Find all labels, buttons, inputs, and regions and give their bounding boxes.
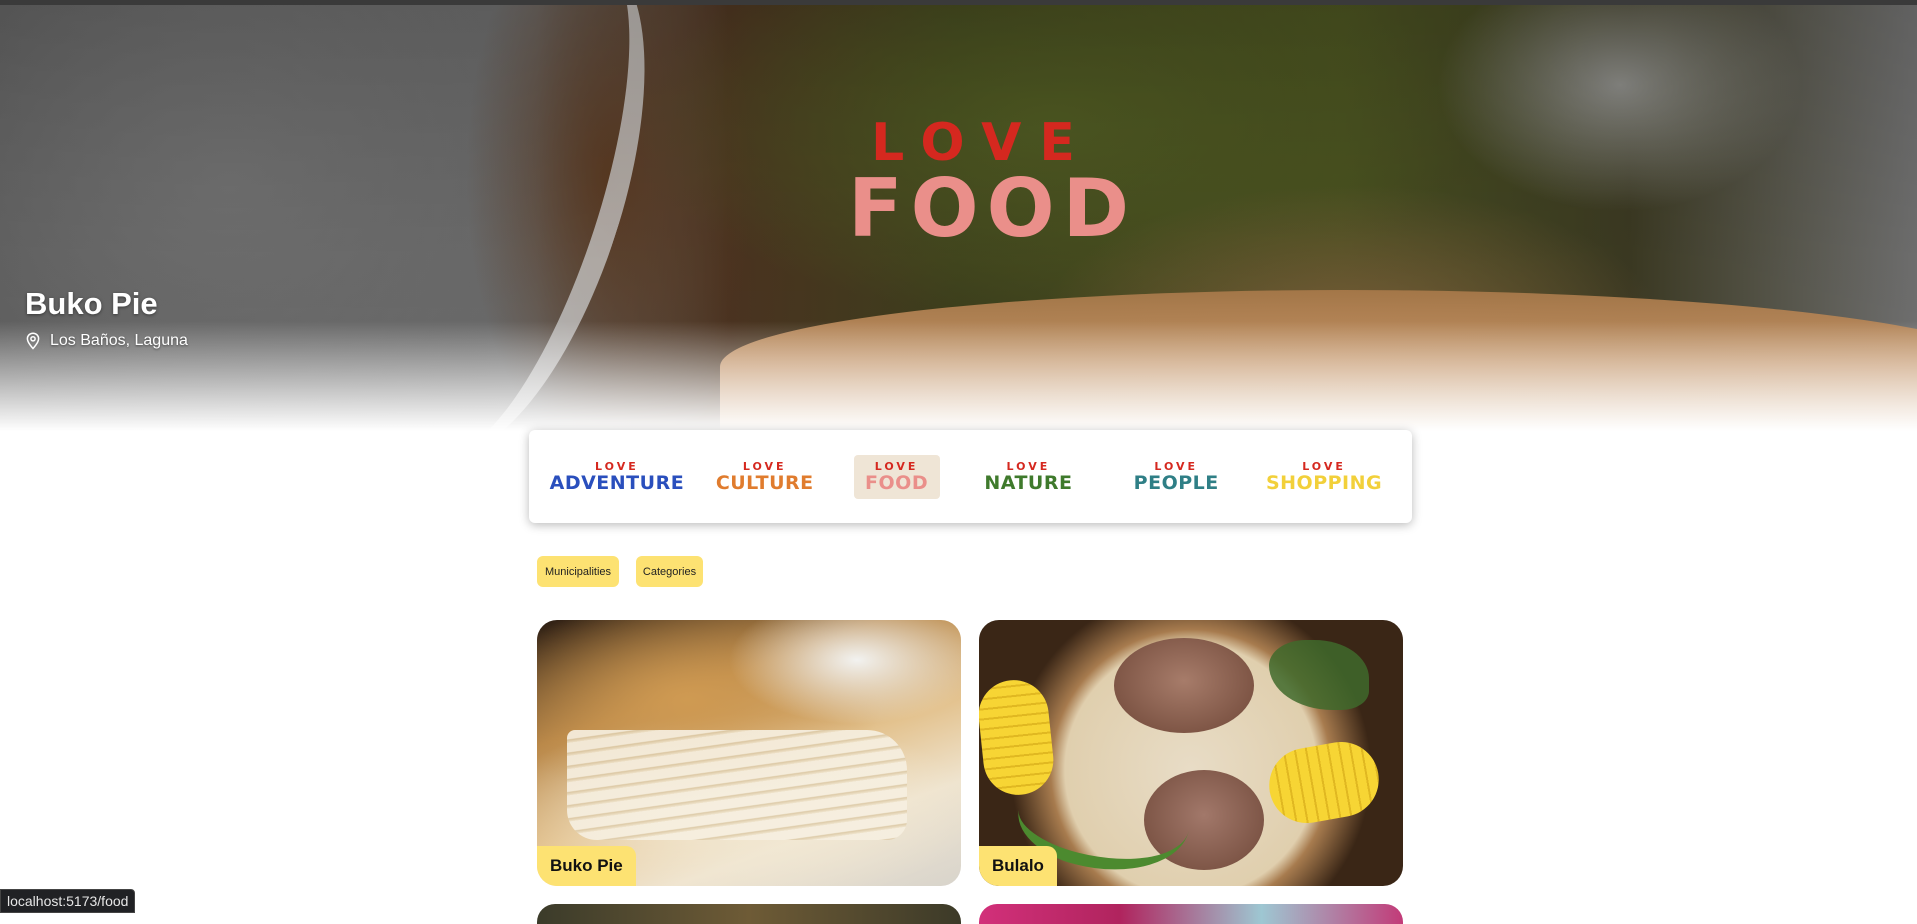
category-love-people[interactable]: LOVE PEOPLE xyxy=(1117,455,1235,499)
category-word: CULTURE xyxy=(715,471,814,494)
category-nav: LOVE ADVENTURE LOVE CULTURE LOVE FOOD LO… xyxy=(529,430,1412,523)
category-love-shopping[interactable]: LOVE SHOPPING xyxy=(1265,455,1383,499)
food-card-peek[interactable] xyxy=(537,904,961,924)
municipalities-filter-button[interactable]: Municipalities xyxy=(537,556,619,587)
food-card-peek[interactable] xyxy=(979,904,1403,924)
food-card-bulalo[interactable]: Bulalo xyxy=(979,620,1403,886)
category-love-culture[interactable]: LOVE CULTURE xyxy=(706,455,824,499)
category-love-food[interactable]: LOVE FOOD xyxy=(853,454,940,499)
category-love-nature[interactable]: LOVE NATURE xyxy=(969,455,1087,499)
card-label: Bulalo xyxy=(979,846,1057,886)
location-text: Los Baños, Laguna xyxy=(50,332,188,349)
category-love-label: LOVE xyxy=(1154,459,1199,473)
category-love-label: LOVE xyxy=(595,459,639,473)
card-label: Buko Pie xyxy=(537,846,636,886)
map-pin-icon xyxy=(26,332,40,350)
hero-banner: LOVE FOOD Buko Pie Los Baños, Laguna xyxy=(0,5,1917,431)
page-title: Buko Pie xyxy=(25,286,158,321)
category-word: SHOPPING xyxy=(1265,471,1383,494)
category-word: PEOPLE xyxy=(1133,471,1219,494)
location-line: Los Baños, Laguna xyxy=(25,332,188,350)
browser-top-border xyxy=(0,0,1917,5)
food-card-buko-pie[interactable]: Buko Pie xyxy=(537,620,961,886)
category-love-label: LOVE xyxy=(1302,459,1346,473)
category-love-adventure[interactable]: LOVE ADVENTURE xyxy=(550,455,684,499)
category-word: ADVENTURE xyxy=(549,471,685,494)
category-word: NATURE xyxy=(984,471,1073,494)
categories-filter-button[interactable]: Categories xyxy=(636,556,703,587)
status-bar-url: localhost:5173/food xyxy=(0,889,136,913)
category-love-label: LOVE xyxy=(742,459,787,473)
category-word: FOOD xyxy=(865,471,929,494)
category-love-label: LOVE xyxy=(874,459,919,473)
love-food-logo: LOVE FOOD xyxy=(848,115,1138,255)
category-love-label: LOVE xyxy=(1006,459,1051,473)
logo-food-text: FOOD xyxy=(848,162,1138,255)
